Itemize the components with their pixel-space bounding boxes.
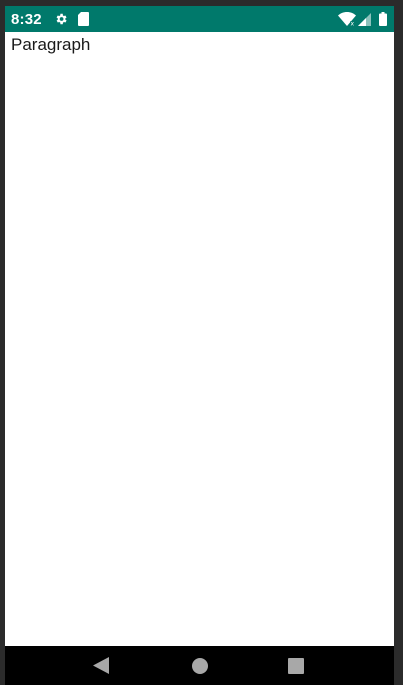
signal-icon xyxy=(358,12,371,26)
gear-icon xyxy=(54,12,68,26)
status-bar: 8:32 x xyxy=(5,6,394,32)
home-icon xyxy=(192,657,208,674)
wifi-icon: x xyxy=(338,12,356,26)
back-icon xyxy=(93,657,109,674)
recents-button[interactable] xyxy=(276,646,316,685)
paragraph-text: Paragraph xyxy=(11,35,91,54)
sd-card-icon xyxy=(77,12,89,26)
status-right: x xyxy=(338,12,394,26)
home-button[interactable] xyxy=(180,646,220,685)
status-clock: 8:32 xyxy=(11,10,42,28)
content-area: Paragraph xyxy=(5,32,394,646)
navigation-bar xyxy=(5,646,394,685)
svg-text:x: x xyxy=(351,21,355,27)
back-button[interactable] xyxy=(81,646,121,685)
battery-icon xyxy=(379,12,387,26)
status-left: 8:32 xyxy=(5,11,89,28)
recents-icon xyxy=(288,657,304,674)
device-frame: 8:32 x Paragraph xyxy=(0,0,403,685)
